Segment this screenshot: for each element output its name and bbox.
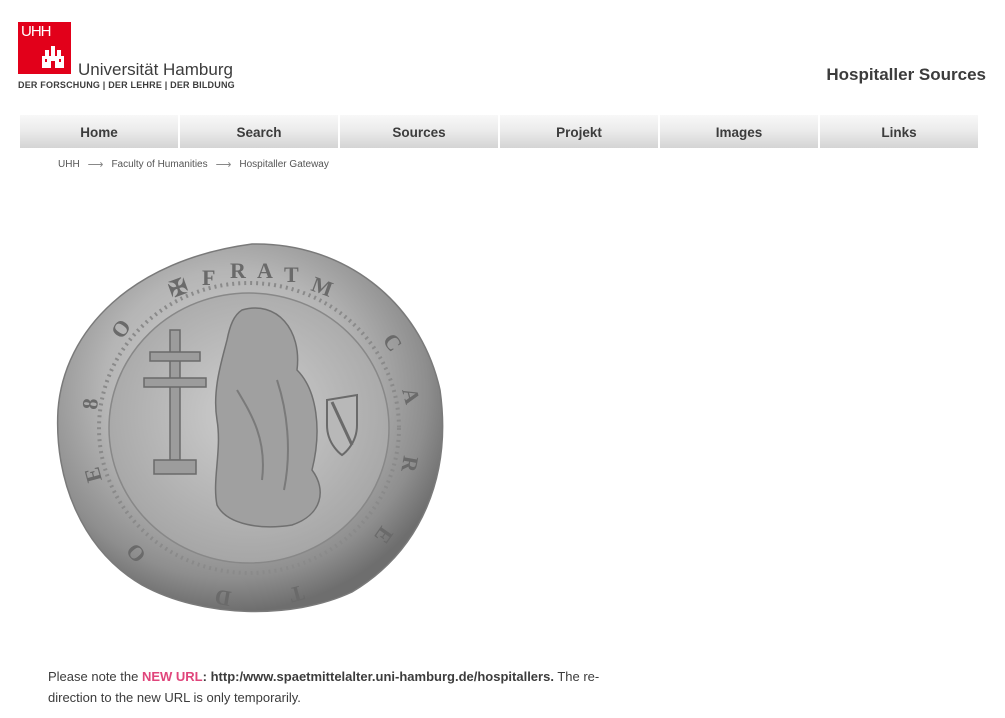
castle-icon <box>42 46 64 68</box>
coin-image: ✠ F R A T M C A R E T D O E 8 O <box>52 240 447 618</box>
nav-item-sources[interactable]: Sources <box>340 115 500 148</box>
breadcrumb: UHH ⟶ Faculty of Humanities ⟶ Hospitalle… <box>58 158 329 171</box>
silver-coin-icon: ✠ F R A T M C A R E T D O E 8 O <box>56 243 444 613</box>
logo-tagline: DER FORSCHUNG | DER LEHRE | DER BILDUNG <box>18 80 235 90</box>
notice-colon: : <box>202 669 211 684</box>
breadcrumb-link-uhh[interactable]: UHH <box>58 159 80 170</box>
svg-text:8: 8 <box>77 397 103 410</box>
new-url-link[interactable]: http:/www.spaetmittelalter.uni-hamburg.d… <box>211 669 554 684</box>
breadcrumb-arrow-icon: ⟶ <box>87 159 104 171</box>
main-nav: Home Search Sources Projekt Images Links <box>20 115 978 148</box>
nav-item-home[interactable]: Home <box>20 115 180 148</box>
svg-text:T: T <box>284 262 299 287</box>
breadcrumb-link-faculty[interactable]: Faculty of Humanities <box>111 159 207 170</box>
svg-text:F: F <box>202 265 215 290</box>
logo-mark: UHH <box>18 22 71 74</box>
nav-item-images[interactable]: Images <box>660 115 820 148</box>
new-url-notice: Please note the NEW URL: http:/www.spaet… <box>48 666 648 708</box>
breadcrumb-arrow-icon: ⟶ <box>215 159 232 171</box>
nav-item-projekt[interactable]: Projekt <box>500 115 660 148</box>
notice-prefix: Please note the <box>48 669 142 684</box>
new-url-label: NEW URL <box>141 669 203 684</box>
logo-mark-text: UHH <box>21 23 51 40</box>
university-logo[interactable]: UHH Universität Hamburg DER FORSCHUNG | … <box>18 22 238 92</box>
nav-item-links[interactable]: Links <box>820 115 978 148</box>
breadcrumb-link-gateway[interactable]: Hospitaller Gateway <box>239 159 328 170</box>
nav-item-search[interactable]: Search <box>180 115 340 148</box>
svg-text:A: A <box>257 258 273 283</box>
logo-name: Universität Hamburg <box>78 60 233 79</box>
svg-text:R: R <box>230 258 247 283</box>
site-title: Hospitaller Sources <box>826 65 986 84</box>
